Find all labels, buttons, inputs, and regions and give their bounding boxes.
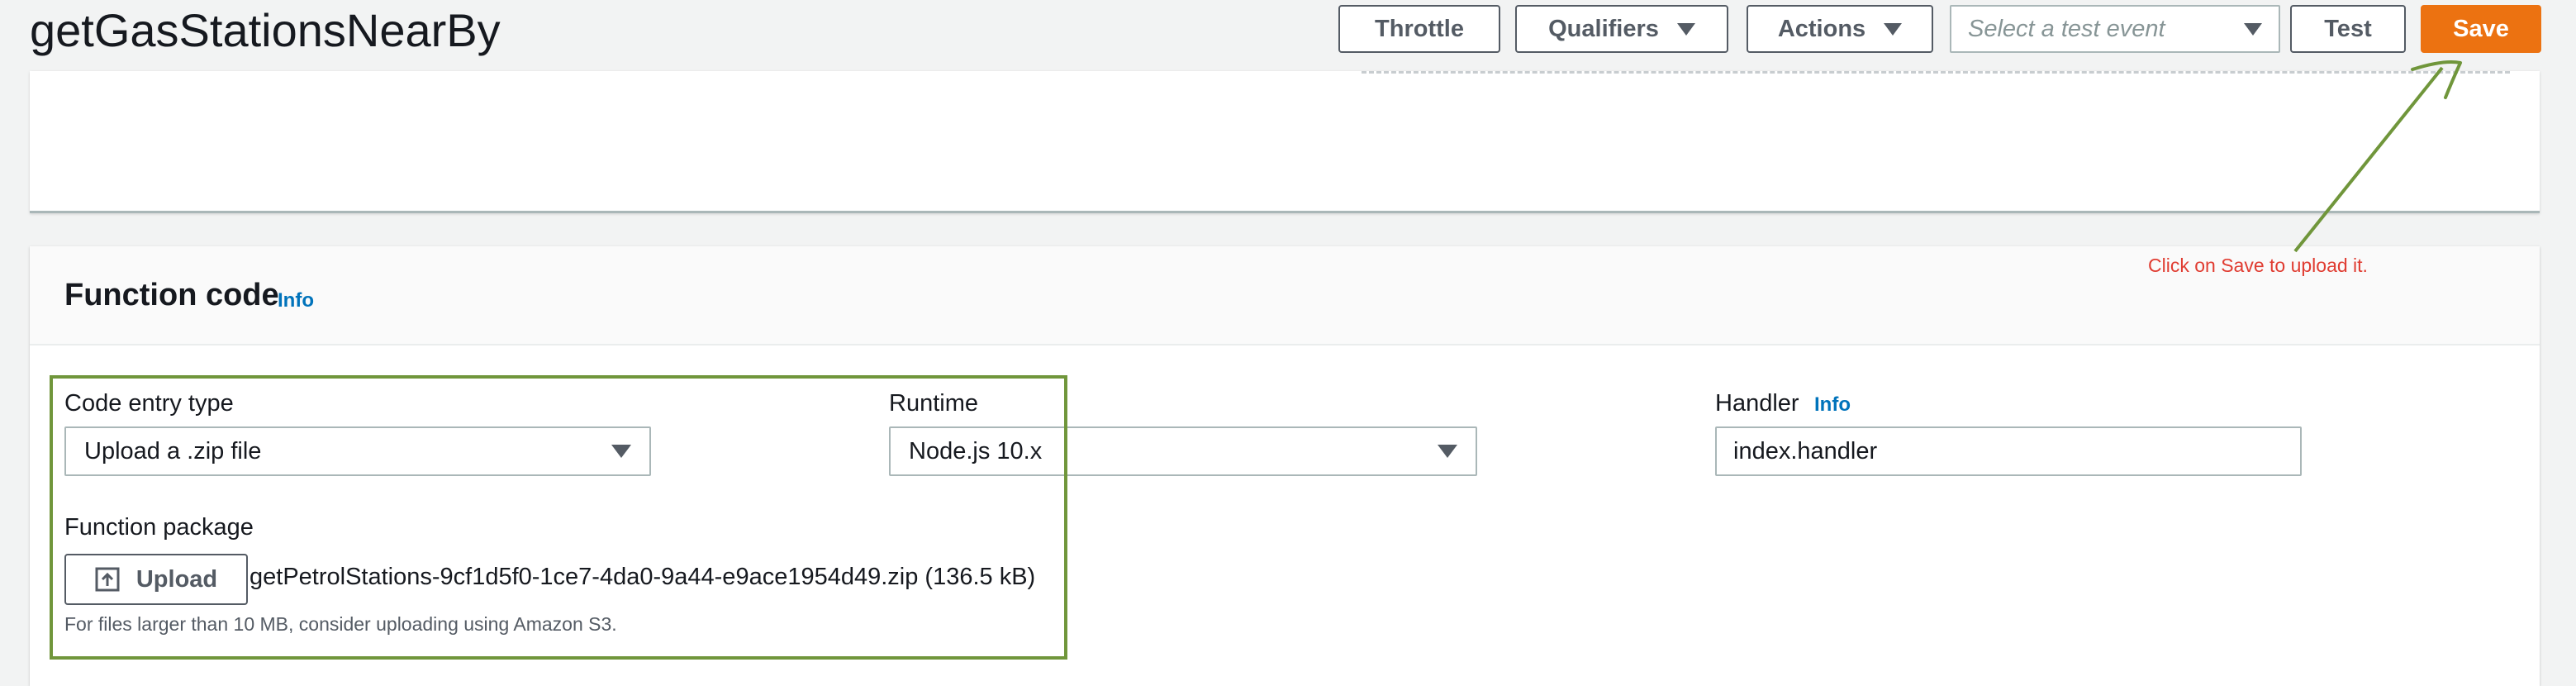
upload-button-label: Upload [135,565,218,593]
uploaded-file-name: getPetrolStations-9cf1d5f0-1ce7-4da0-9a4… [250,564,1036,590]
handler-input[interactable] [1715,426,2302,476]
caret-down-icon [1884,22,1903,36]
caret-down-icon [1676,22,1695,36]
qualifiers-label: Qualifiers [1548,15,1659,42]
function-code-title: Function code [64,278,279,312]
runtime-select[interactable]: Node.js 10.x [889,426,1477,476]
test-event-placeholder: Select a test event [1968,15,2165,42]
function-package-label: Function package [64,514,254,541]
actions-label: Actions [1777,15,1866,42]
save-button-label: Save [2453,15,2509,42]
upload-button[interactable]: Upload [64,554,248,605]
actions-dropdown[interactable]: Actions [1747,5,1933,53]
caret-down-icon [1438,445,1457,458]
throttle-button[interactable]: Throttle [1338,5,1500,53]
throttle-button-label: Throttle [1375,15,1464,42]
save-button[interactable]: Save [2421,5,2541,53]
top-panel [30,71,2540,213]
page-title: getGasStationsNearBy [30,4,501,56]
upload-hint: For files larger than 10 MB, consider up… [64,613,617,635]
caret-down-icon [611,445,631,458]
annotation-text: Click on Save to upload it. [2148,255,2368,276]
code-entry-type-label: Code entry type [64,390,234,417]
code-entry-type-value: Upload a .zip file [84,437,262,464]
upload-icon [95,567,120,592]
test-button-label: Test [2324,15,2372,42]
handler-label: Handler [1715,390,1799,417]
runtime-label: Runtime [889,390,978,417]
test-button[interactable]: Test [2290,5,2406,53]
runtime-value: Node.js 10.x [909,437,1043,464]
test-event-select[interactable]: Select a test event [1950,5,2280,53]
handler-info-link[interactable]: Info [1814,393,1851,417]
code-entry-type-select[interactable]: Upload a .zip file [64,426,651,476]
qualifiers-dropdown[interactable]: Qualifiers [1515,5,1728,53]
function-code-info-link[interactable]: Info [278,289,314,312]
function-code-panel: Function code Info Code entry type Uploa… [30,246,2540,686]
dashed-divider [1362,71,2510,74]
caret-down-icon [2244,22,2262,36]
